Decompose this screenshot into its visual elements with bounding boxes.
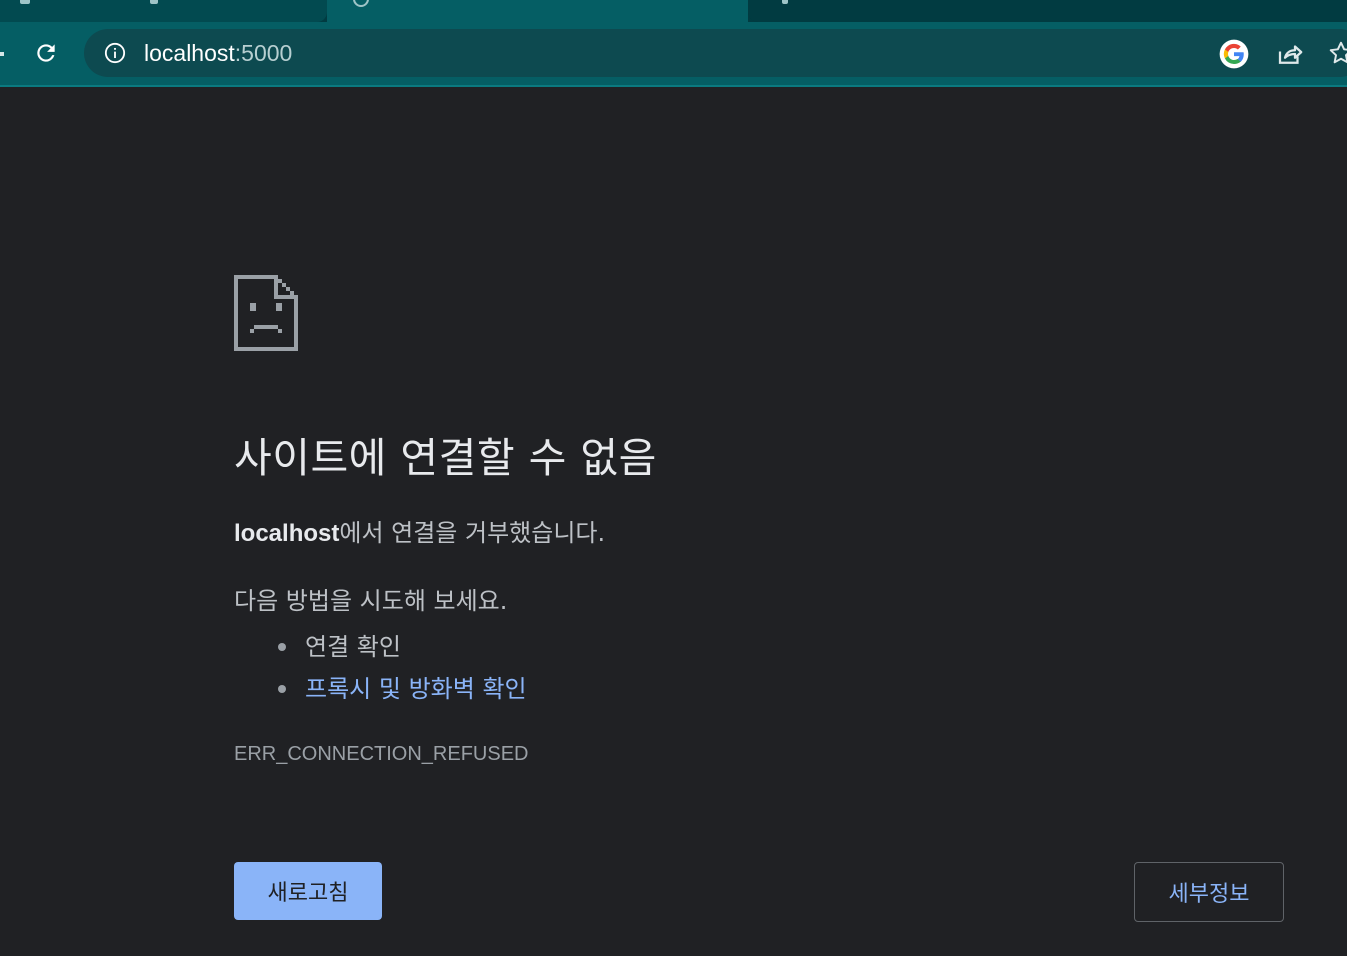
suggestions-list: 연결 확인 프록시 및 방화벽 확인 — [278, 626, 527, 710]
suggestions-heading: 다음 방법을 시도해 보세요. — [234, 587, 508, 615]
toolbar-divider — [0, 85, 1347, 87]
suggestion-check-proxy-firewall: 프록시 및 방화벽 확인 — [278, 668, 527, 710]
suggestion-check-connection: 연결 확인 — [278, 626, 527, 668]
error-heading: 사이트에 연결할 수 없음 — [234, 434, 657, 482]
sad-page-icon — [234, 275, 298, 351]
tab-active[interactable] — [327, 0, 748, 22]
share-icon[interactable] — [1275, 39, 1305, 69]
tab-title-fragment — [150, 0, 158, 4]
suggestion-text: 연결 확인 — [305, 633, 401, 661]
url-text[interactable]: localhost:5000 — [144, 39, 292, 67]
star-icon[interactable] — [1328, 40, 1347, 66]
info-icon[interactable] — [104, 42, 126, 64]
reload-icon — [37, 44, 55, 62]
error-summary-host: localhost — [234, 520, 340, 547]
tab-title-fragment — [20, 0, 30, 4]
address-bar[interactable]: localhost:5000 — [84, 29, 1347, 77]
tab-next[interactable] — [748, 0, 1347, 22]
error-code: ERR_CONNECTION_REFUSED — [234, 743, 529, 765]
reload-page-button[interactable]: 새로고침 — [234, 862, 382, 920]
check-proxy-firewall-link[interactable]: 프록시 및 방화벽 확인 — [305, 675, 527, 703]
url-port: :5000 — [234, 40, 293, 66]
tab-strip — [0, 0, 1347, 22]
details-button[interactable]: 세부정보 — [1134, 862, 1284, 922]
error-summary-text: 에서 연결을 거부했습니다. — [339, 519, 606, 547]
back-arrow-icon[interactable] — [0, 52, 4, 56]
tab-favicon-icon — [353, 0, 369, 7]
tab-previous[interactable] — [0, 0, 327, 22]
error-summary: localhost에서 연결을 거부했습니다. — [234, 516, 605, 551]
reload-button[interactable] — [26, 33, 66, 73]
tab-title-fragment — [782, 0, 788, 4]
url-host: localhost — [144, 40, 235, 66]
google-icon[interactable] — [1219, 39, 1249, 69]
